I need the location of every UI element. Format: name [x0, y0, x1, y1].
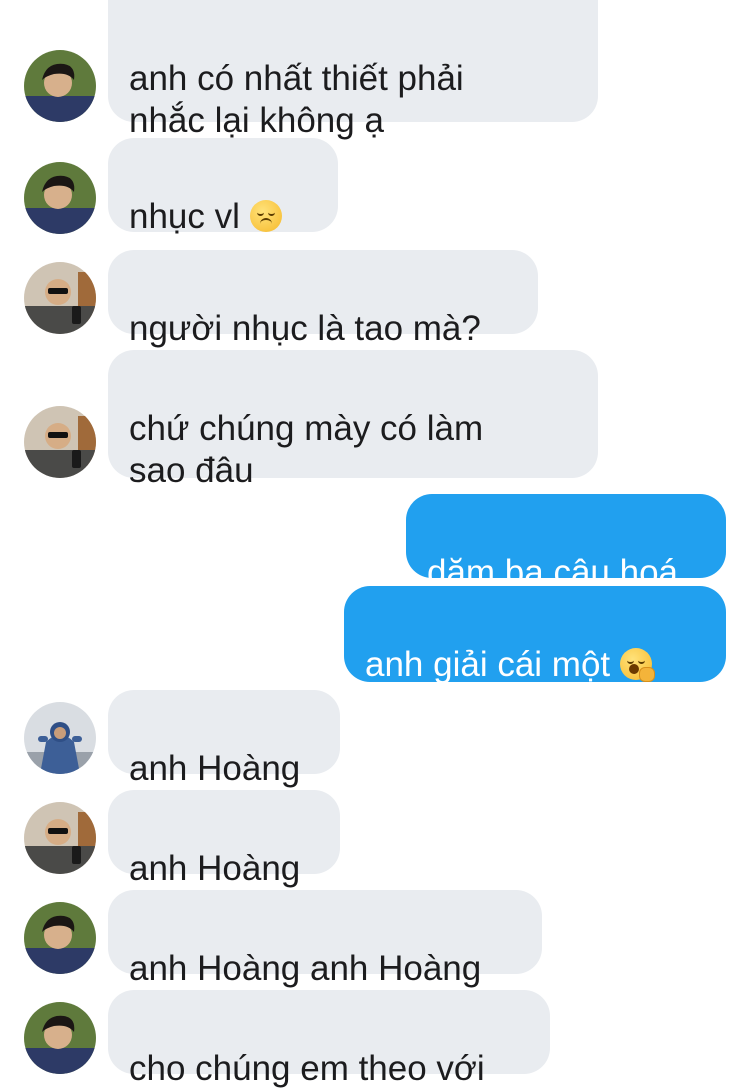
message-text: chứ chúng mày có làm sao đâu: [129, 409, 484, 490]
message-text: anh Hoàng: [129, 749, 301, 788]
avatar-dark-hair-icon: [24, 902, 96, 974]
message-bubble[interactable]: người nhục là tao mà?: [108, 250, 538, 348]
message-bubble[interactable]: anh có nhất thiết phải nhắc lại không ạ: [108, 0, 598, 140]
message-bubble[interactable]: anh Hoàng anh Hoàng: [108, 890, 542, 988]
message-bubble-outgoing[interactable]: dăm ba câu hoá: [406, 494, 726, 592]
avatar[interactable]: [24, 262, 96, 334]
message-bubble-outgoing[interactable]: anh giải cái một: [344, 586, 726, 684]
avatar-blue-jacket-icon: [24, 702, 96, 774]
message-bubble[interactable]: anh Hoàng: [108, 690, 340, 788]
avatar-sunglasses-icon: [24, 406, 96, 478]
avatar[interactable]: [24, 162, 96, 234]
message-text: anh Hoàng: [129, 849, 301, 888]
avatar[interactable]: [24, 702, 96, 774]
disappointed-face-emoji: [249, 200, 282, 232]
avatar[interactable]: [24, 1002, 96, 1074]
message-text: anh Hoàng anh Hoàng: [129, 949, 482, 988]
avatar[interactable]: [24, 802, 96, 874]
avatar-sunglasses-icon: [24, 802, 96, 874]
message-text: anh giải cái một: [365, 645, 611, 684]
avatar[interactable]: [24, 902, 96, 974]
yawning-face-emoji: [620, 648, 656, 682]
avatar[interactable]: [24, 50, 96, 122]
message-text: nhục vl: [129, 197, 240, 236]
message-bubble[interactable]: chứ chúng mày có làm sao đâu: [108, 350, 598, 490]
message-text: anh có nhất thiết phải nhắc lại không ạ: [129, 59, 464, 140]
message-text: người nhục là tao mà?: [129, 309, 481, 348]
avatar[interactable]: [24, 406, 96, 478]
avatar-dark-hair-icon: [24, 162, 96, 234]
message-bubble[interactable]: nhục vl: [108, 138, 338, 236]
message-bubble[interactable]: anh Hoàng: [108, 790, 340, 888]
message-bubble[interactable]: cho chúng em theo với: [108, 990, 550, 1088]
message-text: cho chúng em theo với: [129, 1049, 485, 1088]
avatar-dark-hair-icon: [24, 1002, 96, 1074]
avatar-sunglasses-icon: [24, 262, 96, 334]
avatar-dark-hair-icon: [24, 50, 96, 122]
